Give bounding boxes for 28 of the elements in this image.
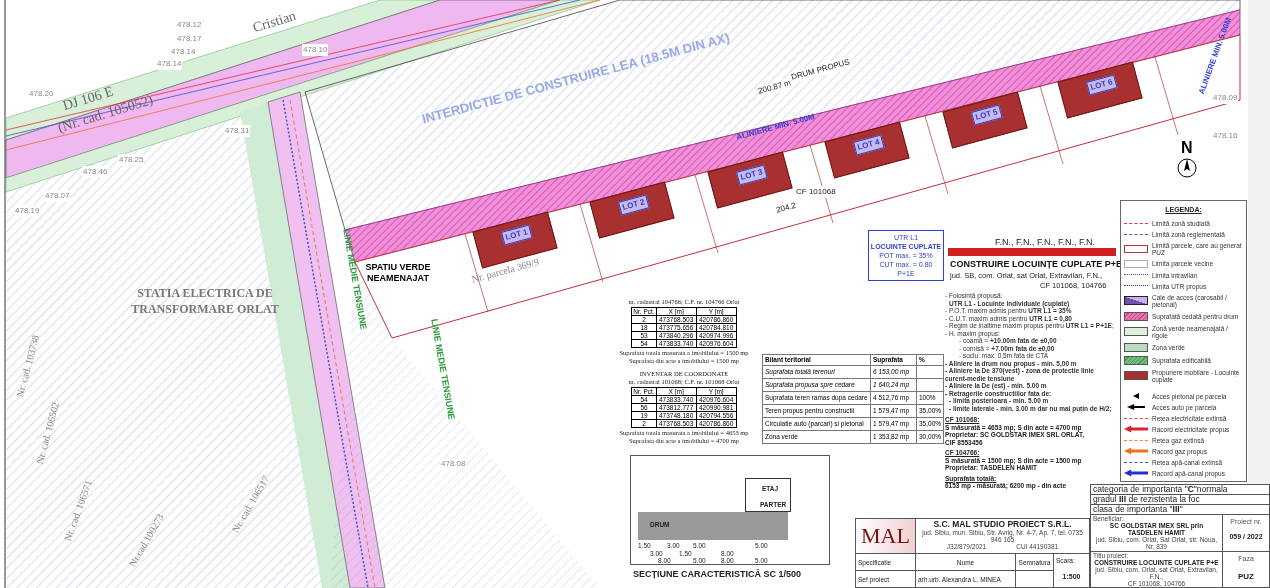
house-section-drawing [745,478,791,512]
power-line-label: LINIE MEDIE TENSIUNE [428,318,458,421]
category-text: clasa de importanta "III" [1090,504,1270,514]
elevation-label: 478.31 [224,125,251,137]
category-text: categoria de importanta "C"normala [1090,484,1270,494]
zone-label: SPATIU VERDE NEAMENAJAT [364,262,432,284]
elevation-label: 478.46 [82,166,109,178]
elevation-label: 478.09 [1212,92,1239,104]
elevation-label: 478.08 [440,458,467,470]
elevation-label: 478.19 [14,205,41,217]
section-title: SECȚIUNE CARACTERISTICĂ SC 1/500 [633,568,802,581]
company-name: S.C. MAL STUDIO PROIECT S.R.L. [933,519,1072,529]
parcel-label: Nr. parcela 369/9 [470,255,541,287]
parcel-label: Nr. cad. 106502 [32,400,63,466]
elevation-label: 478.07 [44,190,71,202]
phase-value: PUZ [1238,570,1254,583]
north-label: N [1181,140,1193,156]
elevation-label: 478.10 [302,44,329,56]
zone-label: STATIA ELECTRICA DE TRANSFORMARE ORLAT [130,285,280,317]
elevation-label: 478.25 [118,154,145,166]
category-text: gradul III de rezistenta la foc [1090,494,1270,504]
elevation-label: 478.14 [170,46,197,58]
dimension-label: CF 101068 [796,186,836,198]
parcel-label: Nr. cad. 103738 [12,333,43,399]
elevation-label: 478.14 [156,58,183,70]
parcel-label: Nr. cad. 106571 [60,477,96,544]
parcel-numbers: F.N., F.N., F.N., F.N., F.N. [995,236,1095,249]
road-label: Cristian [250,6,299,38]
